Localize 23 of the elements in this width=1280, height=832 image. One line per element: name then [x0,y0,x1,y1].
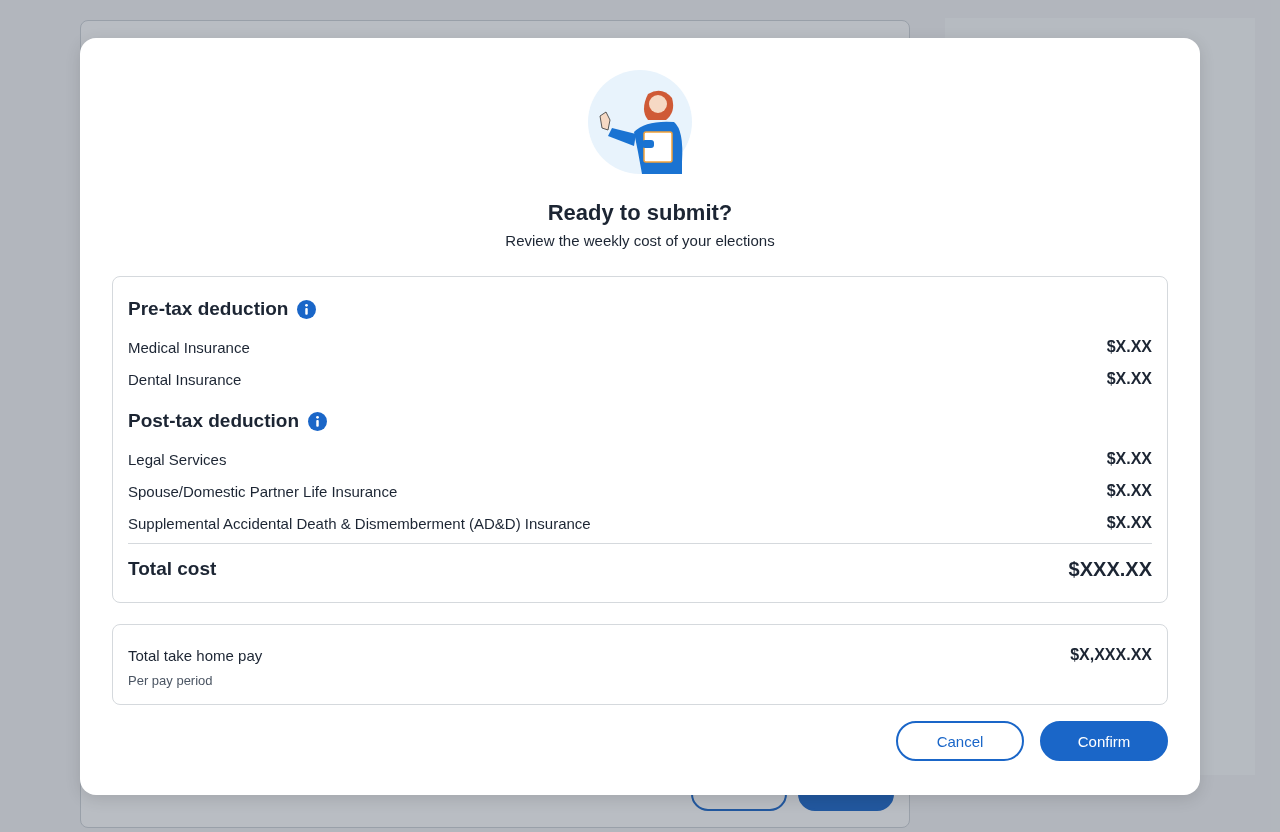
deduction-amount: $X.XX [1106,514,1152,532]
take-home-label: Total take home pay [128,646,263,664]
deduction-amount: $X.XX [1106,338,1152,356]
dialog-title: Ready to submit? [546,199,734,227]
deduction-label: Dental Insurance [128,370,242,388]
deduction-label: Legal Services [128,450,227,468]
deduction-amount: $X.XX [1106,482,1152,500]
deduction-amount: $X.XX [1106,450,1152,468]
deduction-label: Supplemental Accidental Death & Dismemberment (AD&D) Insurance [128,514,591,532]
section-heading: Pre-tax deduction [128,298,289,320]
dialog-subtitle: Review the weekly cost of your elections [504,231,776,251]
take-home-note: Per pay period [128,673,213,688]
section-heading: Post-tax deduction [128,410,299,432]
total-amount: $XXX.XX [1068,557,1152,581]
total-label: Total cost [128,558,217,580]
deduction-amount: $X.XX [1106,370,1152,388]
info-icon[interactable] [297,299,317,319]
dialog-button[interactable]: Confirm [1040,721,1168,761]
dialog-button[interactable]: Cancel [896,721,1024,761]
take-home-amount: $X,XXX.XX [1070,646,1152,664]
deduction-label: Spouse/Domestic Partner Life Insurance [128,482,398,500]
deduction-label: Medical Insurance [128,338,250,356]
info-icon[interactable] [308,411,327,431]
